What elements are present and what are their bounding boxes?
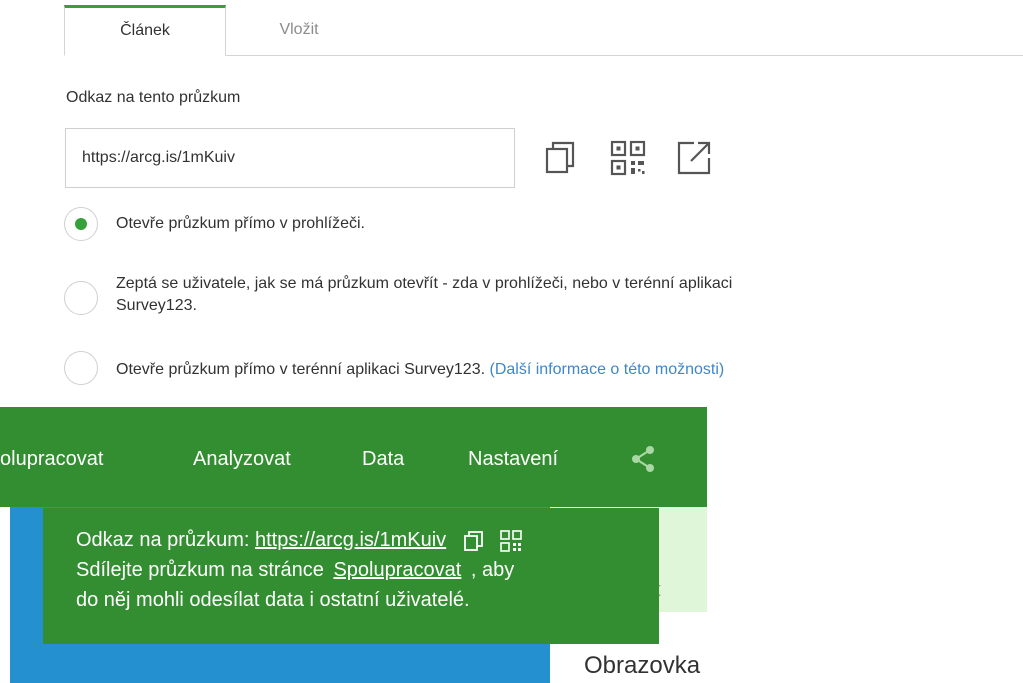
nav-item-data[interactable]: Data <box>362 448 404 471</box>
share-icon[interactable] <box>628 444 658 474</box>
nav-item-collaborate[interactable]: olupracovat <box>0 448 103 471</box>
background-screen-label: Obrazovka <box>584 652 701 679</box>
option-label: Otevře průzkum přímo v prohlížeči. <box>116 215 365 232</box>
share-tooltip: Odkaz na průzkum: https://arcg.is/1mKuiv… <box>43 508 659 644</box>
copy-icon[interactable] <box>462 529 486 553</box>
tooltip-line2-prefix: Sdílejte průzkum na stránce <box>76 559 324 581</box>
tooltip-link-prefix: Odkaz na průzkum: <box>76 529 250 551</box>
option-label-wrap: Otevře průzkum přímo v terénní aplikaci … <box>116 359 724 381</box>
option-label: Otevře průzkum přímo v terénní aplikaci … <box>116 361 486 378</box>
option-label-line2: Survey123. <box>116 297 197 314</box>
tab-bar: Článek Vložit <box>64 5 1023 56</box>
option-label: Zeptá se uživatele, jak se má průzkum ot… <box>116 275 733 292</box>
tooltip-line2-suffix: , aby <box>470 559 515 581</box>
radio-button[interactable] <box>64 351 98 385</box>
survey-link-input[interactable] <box>65 128 515 188</box>
nav-item-settings[interactable]: Nastavení <box>468 448 558 471</box>
app-nav-bar: olupracovat Analyzovat Data Nastavení <box>0 407 707 507</box>
tooltip-line2: Sdílejte průzkum na stránce Spolupracova… <box>76 555 659 585</box>
tooltip-collaborate-link[interactable]: Spolupracovat <box>333 559 461 581</box>
tab-embed[interactable]: Vložit <box>239 5 359 55</box>
copy-icon[interactable] <box>542 138 582 178</box>
tooltip-survey-url[interactable]: https://arcg.is/1mKuiv <box>255 529 446 551</box>
survey-link-label: Odkaz na tento průzkum <box>66 89 241 106</box>
open-external-icon[interactable] <box>674 138 714 178</box>
tooltip-line3: do něj mohli odesílat data i ostatní uži… <box>76 589 470 611</box>
tab-article[interactable]: Článek <box>64 5 226 56</box>
nav-item-analyze[interactable]: Analyzovat <box>193 448 291 471</box>
qr-code-icon[interactable] <box>499 529 523 553</box>
radio-button-checked[interactable] <box>64 207 98 241</box>
tooltip-link-row: Odkaz na průzkum: https://arcg.is/1mKuiv <box>76 525 659 555</box>
more-info-link[interactable]: (Další informace o této možnosti) <box>490 361 725 378</box>
radio-button[interactable] <box>64 281 98 315</box>
qr-code-icon[interactable] <box>608 138 648 178</box>
